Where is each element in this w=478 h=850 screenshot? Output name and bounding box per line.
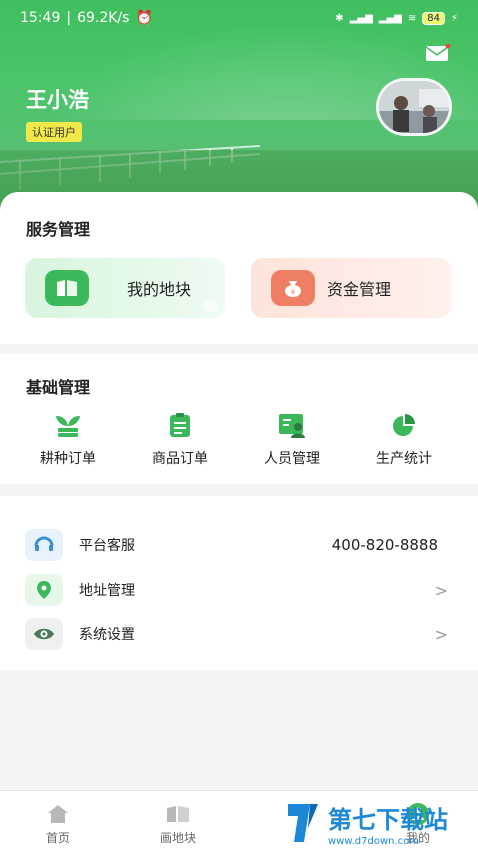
eye-gear-icon <box>25 618 63 650</box>
svg-text:¥: ¥ <box>291 288 296 296</box>
system-settings-row[interactable]: 系统设置 > <box>0 615 478 653</box>
product-orders-label: 商品订单 <box>152 451 208 467</box>
verified-badge: 认证用户 <box>26 122 82 142</box>
customer-service-phone: 400-820-8888 <box>331 536 438 554</box>
battery-icon: 84 <box>422 11 445 25</box>
tab-draw-plot[interactable]: 画地块 <box>138 803 218 846</box>
staff-management-item[interactable]: 人员管理 <box>236 412 348 468</box>
pie-chart-icon <box>389 412 419 438</box>
product-orders-item[interactable]: 商品订单 <box>124 412 236 468</box>
id-card-icon <box>277 412 307 438</box>
money-bag-icon: ¥ <box>271 270 315 306</box>
location-pin-icon <box>25 574 63 606</box>
tab-home[interactable]: 首页 <box>18 803 98 846</box>
wifi-icon: ≋ <box>407 12 417 24</box>
avatar[interactable] <box>376 78 452 136</box>
plot-icon <box>45 270 89 306</box>
sprout-icon <box>53 412 83 438</box>
production-stats-label: 生产统计 <box>376 451 432 467</box>
chevron-right-icon: > <box>434 624 448 644</box>
map-plot-icon <box>138 803 218 825</box>
basic-management-section: 基础管理 耕种订单 商品订单 人员管理 生产统计 <box>0 354 478 484</box>
basic-title: 基础管理 <box>26 378 91 397</box>
tab-draw-plot-label: 画地块 <box>159 831 196 845</box>
watermark-logo: 第七下载站 www.d7down.com <box>288 804 448 847</box>
status-speed: 69.2K/s <box>77 10 130 26</box>
tab-home-label: 首页 <box>45 831 70 845</box>
clipboard-icon <box>165 412 195 438</box>
mail-icon[interactable] <box>425 44 451 62</box>
farming-orders-label: 耕种订单 <box>40 451 96 467</box>
settings-list: 平台客服 400-820-8888 地址管理 > 系统设置 > <box>0 496 478 670</box>
fund-management-button[interactable]: ¥ 资金管理 <box>251 258 451 318</box>
system-settings-label: 系统设置 <box>79 627 135 643</box>
fund-management-label: 资金管理 <box>327 280 392 299</box>
service-title: 服务管理 <box>26 220 91 239</box>
staff-management-label: 人员管理 <box>264 451 320 467</box>
chevron-right-icon: > <box>434 580 448 600</box>
customer-service-label: 平台客服 <box>79 538 135 554</box>
address-management-row[interactable]: 地址管理 > <box>0 571 478 609</box>
watermark-url: www.d7down.com <box>328 836 419 847</box>
signal-icon-2: ▂▄▆ <box>378 12 402 24</box>
status-bar: 15:49 | 69.2K/s ⏰ ✱ ▂▄▆ ▂▄▆ ≋ 84 ⚡ <box>20 10 458 26</box>
home-icon <box>18 803 98 825</box>
my-plots-label: 我的地块 <box>127 280 192 299</box>
avatar-image <box>379 81 449 133</box>
service-section: 服务管理 我的地块 ¥ 资金管理 <box>0 192 478 344</box>
bluetooth-icon: ✱ <box>335 12 344 24</box>
production-stats-item[interactable]: 生产统计 <box>348 412 460 468</box>
my-plots-button[interactable]: 我的地块 <box>25 258 225 318</box>
watermark-title: 第七下载站 <box>328 806 448 834</box>
signal-icon: ▂▄▆ <box>349 12 373 24</box>
address-management-label: 地址管理 <box>79 583 135 599</box>
charging-icon: ⚡ <box>450 12 458 24</box>
status-time: 15:49 <box>20 10 61 26</box>
farming-orders-item[interactable]: 耕种订单 <box>12 412 124 468</box>
customer-service-row[interactable]: 平台客服 400-820-8888 <box>0 526 478 564</box>
headset-icon <box>25 529 63 561</box>
alarm-icon: ⏰ <box>135 10 153 26</box>
user-name: 王小浩 <box>26 88 89 112</box>
